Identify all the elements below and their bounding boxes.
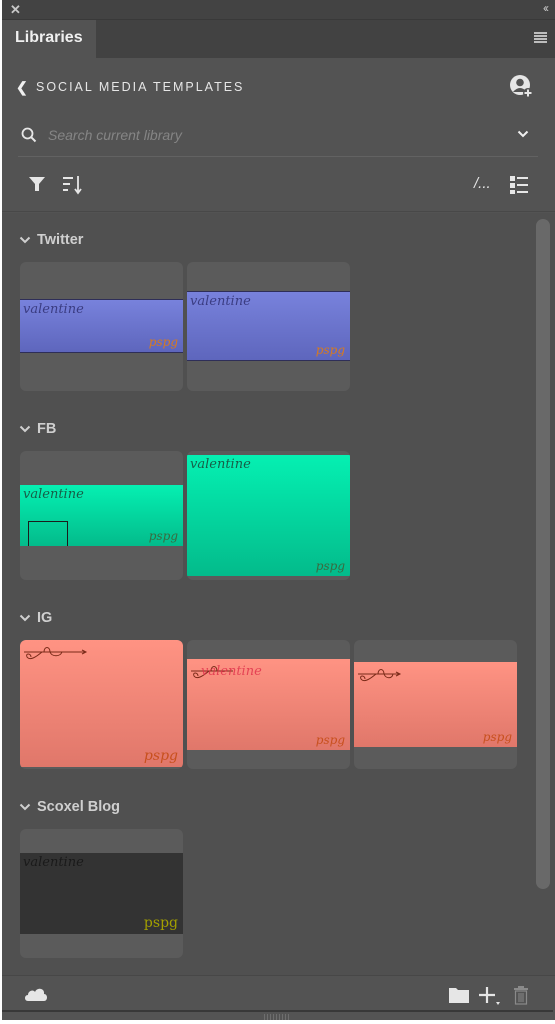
library-item[interactable]: valentine pspg <box>20 262 183 391</box>
thumbnail-frame <box>28 521 68 546</box>
chevron-left-icon[interactable]: ❮ <box>16 79 28 96</box>
chevron-down-icon <box>19 614 31 622</box>
search-bar <box>18 115 538 157</box>
thumbnail-script-text: valentine <box>190 294 251 309</box>
group-header[interactable]: Twitter <box>19 232 83 252</box>
thumbnail-script-text: valentine <box>23 855 84 870</box>
thumbnail-script-text: valentine <box>23 487 84 502</box>
search-icon <box>21 127 37 143</box>
item-thumbnail: valentine pspg <box>187 455 350 576</box>
thumbnail-watermark: pspg <box>148 529 178 543</box>
plus-icon[interactable] <box>478 985 502 1007</box>
hamburger-menu-icon[interactable] <box>534 32 547 44</box>
chevron-down-icon <box>19 236 31 244</box>
chevron-down-icon <box>19 803 31 811</box>
item-thumbnail: pspg <box>20 640 183 767</box>
thumbnail-watermark: pspg <box>315 343 345 357</box>
sort-icon[interactable] <box>62 175 84 195</box>
user-add-icon[interactable] <box>509 74 533 98</box>
scrollbar-thumb[interactable] <box>536 219 550 889</box>
chevron-down-icon <box>19 425 31 433</box>
double-chevron-left-icon[interactable]: ‹‹ <box>543 1 549 15</box>
path-label[interactable]: /... <box>474 175 491 192</box>
library-item[interactable]: pspg <box>354 640 517 769</box>
cloud-icon[interactable] <box>24 986 48 1002</box>
group-name: Scoxel Blog <box>37 799 120 816</box>
group-header[interactable]: Scoxel Blog <box>19 799 120 819</box>
tab-label: Libraries <box>15 29 83 46</box>
group-header[interactable]: IG <box>19 610 52 630</box>
library-toolbar: /... <box>2 158 555 212</box>
group-name: Twitter <box>37 232 84 249</box>
library-item[interactable]: pspg <box>20 640 183 769</box>
thumbnail-script-text: valentine <box>190 457 251 472</box>
thumbnail-watermark: pspg <box>143 915 178 931</box>
library-item[interactable]: valentine pspg <box>187 640 350 769</box>
library-item[interactable]: valentine pspg <box>187 451 350 580</box>
thumbnail-watermark: pspg <box>482 730 512 744</box>
panel-titlebar: ✕ ‹‹ <box>2 0 555 20</box>
flourish-ornament <box>358 669 402 682</box>
chevron-down-icon[interactable] <box>516 127 530 141</box>
close-icon[interactable]: ✕ <box>10 2 21 18</box>
flourish-ornament <box>24 647 88 660</box>
thumbnail-script-text: valentine <box>23 302 84 317</box>
trash-icon[interactable] <box>513 985 529 1005</box>
group-name: FB <box>37 421 57 438</box>
tab-bar: Libraries <box>2 20 555 58</box>
item-thumbnail: valentine pspg <box>20 485 183 546</box>
thumbnail-watermark: pspg <box>148 335 178 349</box>
group-header[interactable]: FB <box>19 421 56 441</box>
item-thumbnail: valentine pspg <box>187 291 350 361</box>
item-thumbnail: valentine pspg <box>20 299 183 353</box>
library-item[interactable]: valentine pspg <box>20 829 183 958</box>
search-input[interactable] <box>48 124 488 146</box>
panel-resize-handle[interactable] <box>2 1010 553 1020</box>
library-header: ❮ SOCIAL MEDIA TEMPLATES <box>2 58 555 113</box>
group-name: IG <box>37 610 53 627</box>
libraries-panel: ✕ ‹‹ Libraries ❮ SOCIAL MEDIA TEMPLATES <box>2 0 555 1020</box>
library-title[interactable]: SOCIAL MEDIA TEMPLATES <box>36 80 244 94</box>
list-view-icon[interactable] <box>509 175 529 195</box>
tab-libraries[interactable]: Libraries <box>2 20 96 58</box>
folder-icon[interactable] <box>448 986 470 1004</box>
library-item[interactable]: valentine pspg <box>20 451 183 580</box>
thumbnail-script-text: valentine <box>201 664 262 679</box>
thumbnail-watermark: pspg <box>315 733 345 747</box>
library-item[interactable]: valentine pspg <box>187 262 350 391</box>
thumbnail-watermark: pspg <box>315 559 345 573</box>
item-thumbnail: pspg <box>354 662 517 747</box>
item-thumbnail: valentine pspg <box>187 659 350 750</box>
filter-icon[interactable] <box>28 175 46 193</box>
grip-icon <box>264 1014 290 1020</box>
thumbnail-watermark: pspg <box>143 748 178 764</box>
item-thumbnail: valentine pspg <box>20 853 183 934</box>
library-content: Twitter valentine pspg valentine pspg FB <box>2 213 555 975</box>
